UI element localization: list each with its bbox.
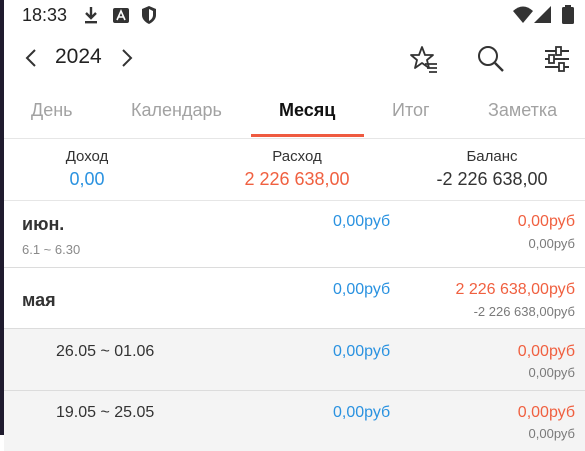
week-row[interactable]: 19.05 ~ 25.05 0,00руб 0,00руб 0,00руб (4, 391, 585, 451)
month-row-may[interactable]: мая 0,00руб 2 226 638,00руб -2 226 638,0… (4, 268, 585, 329)
shield-icon (140, 5, 158, 30)
expense-label: Расход (272, 148, 322, 165)
month-income: 0,00руб (333, 213, 391, 230)
star-list-icon[interactable] (409, 44, 439, 74)
week-expense: 0,00руб (517, 343, 575, 360)
chevron-right-icon[interactable] (114, 46, 138, 70)
month-range: 6.1 ~ 6.30 (22, 242, 81, 257)
tab-bar: День Календарь Месяц Итог Заметка (4, 88, 585, 139)
income-label: Доход (65, 148, 109, 165)
month-name: мая (22, 290, 56, 310)
month-name: июн. (22, 214, 65, 234)
expense-summary: Расход 2 226 638,00 (217, 148, 377, 190)
balance-total: -2 226 638,00 (436, 169, 548, 189)
chevron-left-icon[interactable] (20, 46, 44, 70)
week-range: 19.05 ~ 25.05 (56, 404, 155, 421)
download-icon (82, 5, 100, 30)
signal-icon (534, 5, 552, 30)
status-bar: 18:33 (4, 0, 585, 30)
tab-total[interactable]: Итог (392, 100, 430, 121)
search-icon[interactable] (476, 44, 506, 74)
month-income: 0,00руб (333, 281, 391, 298)
summary-panel: Доход 0,00 Расход 2 226 638,00 Баланс -2… (4, 138, 585, 201)
balance-label: Баланс (466, 148, 518, 165)
week-balance: 0,00руб (528, 426, 575, 441)
battery-icon (562, 5, 574, 30)
active-tab-indicator (251, 134, 364, 137)
month-balance: -2 226 638,00руб (473, 304, 575, 319)
week-expense: 0,00руб (517, 404, 575, 421)
tab-month[interactable]: Месяц (279, 100, 335, 121)
month-expense: 2 226 638,00руб (455, 281, 575, 298)
week-balance: 0,00руб (528, 365, 575, 380)
status-time: 18:33 (22, 5, 68, 25)
tab-calendar[interactable]: Календарь (131, 100, 222, 121)
income-total: 0,00 (69, 169, 105, 189)
income-summary: Доход 0,00 (7, 148, 167, 190)
tab-day[interactable]: День (31, 100, 73, 121)
month-expense: 0,00руб (517, 213, 575, 230)
header: 2024 (4, 36, 585, 80)
expense-total: 2 226 638,00 (244, 169, 350, 189)
week-income: 0,00руб (333, 343, 391, 360)
month-balance: 0,00руб (528, 236, 575, 251)
month-row-june[interactable]: июн. 6.1 ~ 6.30 0,00руб 0,00руб 0,00руб (4, 201, 585, 268)
wifi-icon (512, 5, 534, 30)
tab-note[interactable]: Заметка (488, 100, 557, 121)
a-badge-icon (112, 5, 130, 30)
week-row[interactable]: 26.05 ~ 01.06 0,00руб 0,00руб 0,00руб (4, 329, 585, 391)
week-range: 26.05 ~ 01.06 (56, 343, 155, 360)
year-label: 2024 (55, 45, 102, 68)
filter-sliders-icon[interactable] (542, 44, 572, 74)
week-income: 0,00руб (333, 404, 391, 421)
balance-summary: Баланс -2 226 638,00 (412, 148, 572, 190)
